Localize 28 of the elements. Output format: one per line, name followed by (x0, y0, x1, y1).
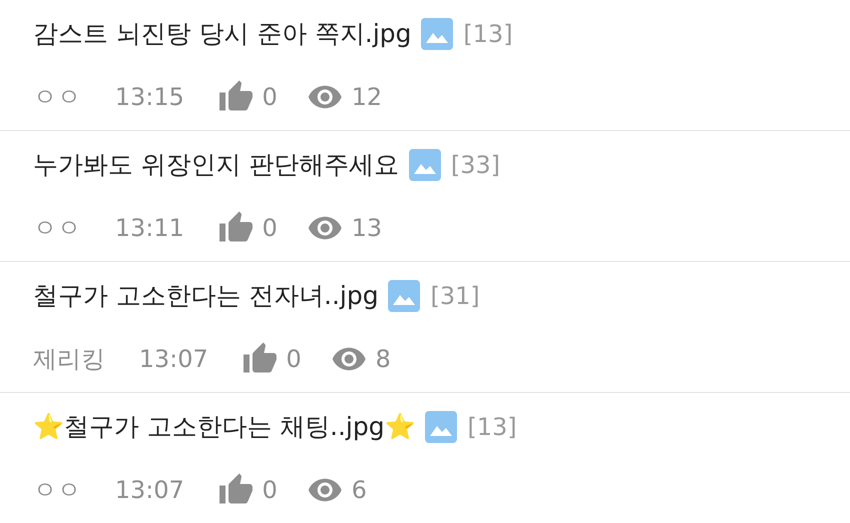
comment-count: [33] (450, 150, 500, 181)
comment-count: [13] (463, 19, 513, 50)
post-time: 13:07 (115, 474, 184, 506)
post-title[interactable]: ⭐철구가 고소한다는 채팅..jpg⭐ (33, 408, 416, 446)
image-icon (425, 411, 458, 443)
post-time: 13:07 (139, 344, 208, 375)
like-count: 0 (262, 82, 278, 113)
view-count: 8 (375, 344, 391, 375)
comment-count: [31] (430, 281, 480, 312)
post-time: 13:15 (115, 82, 184, 113)
like-count: 0 (262, 212, 278, 244)
post-title[interactable]: 누가봐도 위장인지 판단해주세요 (33, 146, 399, 184)
view-count: 13 (351, 212, 382, 244)
post-title[interactable]: 감스트 뇌진탕 당시 준아 쪽지.jpg (33, 15, 412, 53)
author-name: ㅇㅇ (33, 212, 81, 244)
comment-count: [13] (467, 412, 517, 443)
view-count: 12 (351, 82, 382, 113)
image-icon (408, 149, 441, 181)
view-count: 6 (351, 474, 367, 506)
post-time: 13:11 (115, 212, 184, 244)
author-name: ㅇㅇ (33, 474, 81, 506)
author-name: 제리킹 (33, 344, 105, 375)
image-icon (388, 280, 420, 312)
like-count: 0 (286, 344, 302, 375)
image-icon (421, 18, 454, 50)
author-name: ㅇㅇ (33, 82, 81, 113)
post-title[interactable]: 철구가 고소한다는 전자녀..jpg (33, 277, 378, 315)
like-count: 0 (262, 474, 278, 506)
